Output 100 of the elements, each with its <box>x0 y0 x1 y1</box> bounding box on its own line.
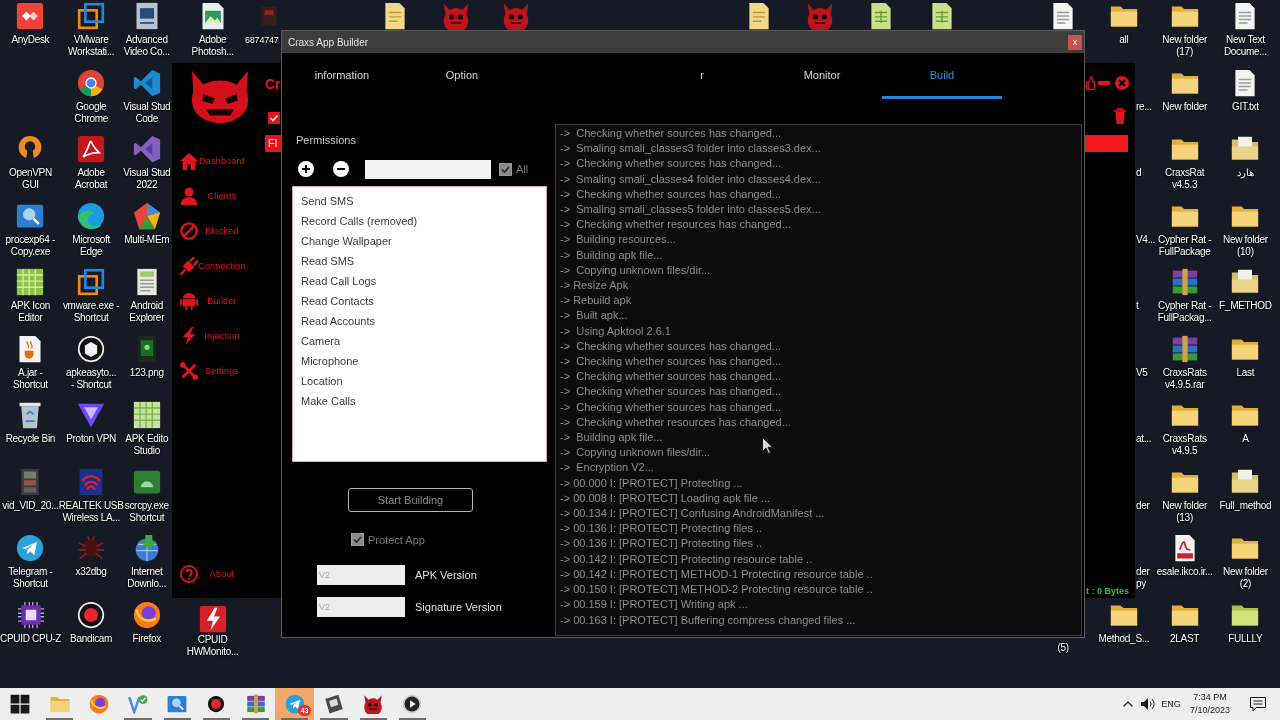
desktop-shortcut[interactable]: CraxsRats v4.9.5 <box>1162 399 1207 457</box>
desktop-shortcut[interactable]: هارد <box>1231 133 1260 179</box>
filter-field[interactable] <box>365 159 491 179</box>
tab[interactable]: Monitor <box>762 53 882 99</box>
desktop-shortcut[interactable]: vmware.exe - Shortcut <box>62 266 120 324</box>
desktop-shortcut[interactable]: 2LAST <box>1170 598 1200 645</box>
desktop-shortcut[interactable]: t <box>1136 300 1139 312</box>
clock[interactable]: 7:34 PM 7/10/2023 <box>1184 688 1236 720</box>
desktop-shortcut[interactable]: Android Explorer <box>121 266 172 324</box>
desktop-shortcut[interactable]: Full_method <box>1219 465 1272 512</box>
thumbs-up-icon[interactable] <box>1086 76 1095 90</box>
tab[interactable]: Build <box>882 53 1002 99</box>
desktop-shortcut[interactable]: A.jar - Shortcut <box>0 332 61 391</box>
close-icon[interactable] <box>1115 76 1129 90</box>
desktop-shortcut[interactable]: V4... <box>1136 233 1156 246</box>
desktop-shortcut[interactable]: F_METHOD <box>1219 266 1272 312</box>
desktop-shortcut[interactable]: Cypher Rat - FullPackage <box>1158 199 1212 258</box>
desktop-shortcut[interactable]: New folder <box>1162 66 1208 113</box>
desktop-shortcut[interactable]: Adobe Photosh... <box>191 0 234 58</box>
desktop-shortcut[interactable]: VMware Workstati... <box>68 0 115 58</box>
nav-item[interactable]: Clients <box>172 186 246 206</box>
desktop-shortcut[interactable]: d <box>1136 167 1142 179</box>
desktop-shortcut[interactable]: CraxsRats v4.9.5.rar <box>1162 332 1207 391</box>
desktop-shortcut[interactable]: Advanced Video Co... <box>121 0 172 58</box>
desktop-shortcut[interactable]: Multi-MEm <box>121 199 172 246</box>
checkbox[interactable] <box>351 533 364 546</box>
desktop-shortcut[interactable]: CPUID HWMonito... <box>186 598 239 658</box>
desktop-shortcut[interactable]: New folder (17) <box>1162 0 1208 58</box>
desktop-shortcut[interactable]: Method_S... <box>1098 598 1150 645</box>
desktop-shortcut[interactable]: New folder (2) <box>1222 532 1268 590</box>
checkbox[interactable] <box>499 162 512 176</box>
desktop-shortcut[interactable]: New Text Docume... <box>1223 0 1267 58</box>
desktop-shortcut[interactable]: AnyDesk <box>0 0 61 46</box>
desktop-shortcut[interactable]: CraxsRat v4.5.3 <box>1165 133 1205 191</box>
permission-item[interactable]: Read Call Logs <box>299 271 379 291</box>
nav-item[interactable]: Blocked <box>172 221 246 241</box>
nav-item[interactable]: Injection <box>172 326 246 346</box>
permission-item[interactable]: Location <box>299 371 345 391</box>
desktop-shortcut[interactable]: Proton VPN <box>66 399 117 445</box>
permission-item[interactable]: Change Wallpaper <box>299 231 394 251</box>
hexagon-circle-icon <box>77 334 106 363</box>
desktop-shortcut[interactable]: A <box>1231 399 1260 445</box>
desktop-shortcut[interactable]: REALTEK USB Wireless LA... <box>58 465 124 524</box>
desktop-shortcut[interactable]: GIT.txt <box>1231 66 1260 113</box>
nav-item[interactable]: Builder <box>172 291 246 311</box>
desktop-shortcut[interactable]: Cypher Rat - FullPackag... <box>1157 266 1212 324</box>
desktop-shortcut[interactable]: New folder (10) <box>1222 199 1268 258</box>
desktop-shortcut[interactable]: x32dbg <box>75 532 107 578</box>
desktop-shortcut[interactable]: V5 <box>1136 366 1148 379</box>
permission-item[interactable]: Read Accounts <box>299 311 377 331</box>
nav-item[interactable]: Connection <box>172 256 246 276</box>
desktop-shortcut[interactable]: Microsoft Edge <box>72 199 111 258</box>
trash-icon[interactable] <box>1114 108 1126 124</box>
desktop-shortcut[interactable]: esale.ikco.ir... <box>1156 532 1213 578</box>
desktop-shortcut[interactable]: all <box>1109 0 1138 46</box>
language-button[interactable]: ENG <box>1158 688 1184 720</box>
desktop-shortcut[interactable]: re... <box>1136 100 1152 113</box>
desktop-shortcut[interactable]: CPUID CPU-Z <box>0 598 62 645</box>
remove-button[interactable] <box>333 161 349 177</box>
desktop-shortcut[interactable]: APK Icon Editor <box>0 266 61 324</box>
permission-item[interactable]: Read SMS <box>299 251 357 271</box>
permission-item[interactable]: Camera <box>299 331 343 351</box>
tab[interactable]: information <box>282 53 402 99</box>
desktop-shortcut[interactable]: 123.png <box>121 332 172 379</box>
permission-item[interactable]: Microphone <box>299 351 361 371</box>
desktop-shortcut[interactable]: Bandicam <box>70 598 113 645</box>
nav-item[interactable]: Settings <box>172 361 246 381</box>
permission-item[interactable]: Record Calls (removed) <box>299 211 420 231</box>
desktop-shortcut[interactable]: FULLLY <box>1228 598 1263 645</box>
tab[interactable]: Option <box>402 53 522 99</box>
desktop-shortcut[interactable]: procexp64 - Copy.exe <box>0 199 61 258</box>
checkbox[interactable] <box>268 112 280 124</box>
desktop-shortcut[interactable]: Telegram - Shortcut <box>0 532 61 590</box>
desktop-shortcut[interactable]: Visual Stud 2022 <box>121 133 172 191</box>
desktop-shortcut[interactable]: Adobe Acrobat <box>74 133 108 191</box>
desktop-shortcut[interactable]: Recycle Bin <box>0 399 61 445</box>
tab[interactable]: r <box>642 53 762 99</box>
desktop-shortcut[interactable]: at... <box>1136 433 1152 445</box>
add-button[interactable] <box>298 161 314 177</box>
desktop-shortcut[interactable]: der <box>1136 499 1150 512</box>
start-button[interactable]: Start Building <box>348 488 473 512</box>
desktop-shortcut[interactable]: apkeasyto... - Shortcut <box>65 332 117 391</box>
desktop-shortcut[interactable]: 6874747 <box>245 0 279 46</box>
nav-item[interactable]: Dashboard <box>172 151 246 171</box>
close-button[interactable]: x <box>1068 34 1082 50</box>
desktop-shortcut[interactable]: Internet Downlo... <box>121 532 172 590</box>
desktop-shortcut[interactable]: (5) <box>1057 641 1069 654</box>
desktop-shortcut[interactable]: Firefox <box>121 598 172 645</box>
desktop-shortcut[interactable]: Google Chrome <box>74 66 108 125</box>
permission-item[interactable]: Make Calls <box>299 391 358 411</box>
desktop-shortcut[interactable]: OpenVPN GUI <box>0 133 61 191</box>
desktop-shortcut[interactable]: Last <box>1231 332 1260 379</box>
desktop-shortcut[interactable]: der py <box>1136 566 1150 590</box>
desktop-shortcut[interactable]: New folder (13) <box>1162 465 1208 524</box>
desktop-shortcut[interactable]: Visual Stud Code <box>121 66 172 125</box>
nav-item[interactable]: About <box>172 564 246 584</box>
header-button[interactable]: Fl <box>265 135 281 152</box>
permission-item[interactable]: Send SMS <box>299 191 356 211</box>
desktop-shortcut[interactable]: APK Edito Studio <box>121 399 172 457</box>
permission-item[interactable]: Read Contacts <box>299 291 376 311</box>
